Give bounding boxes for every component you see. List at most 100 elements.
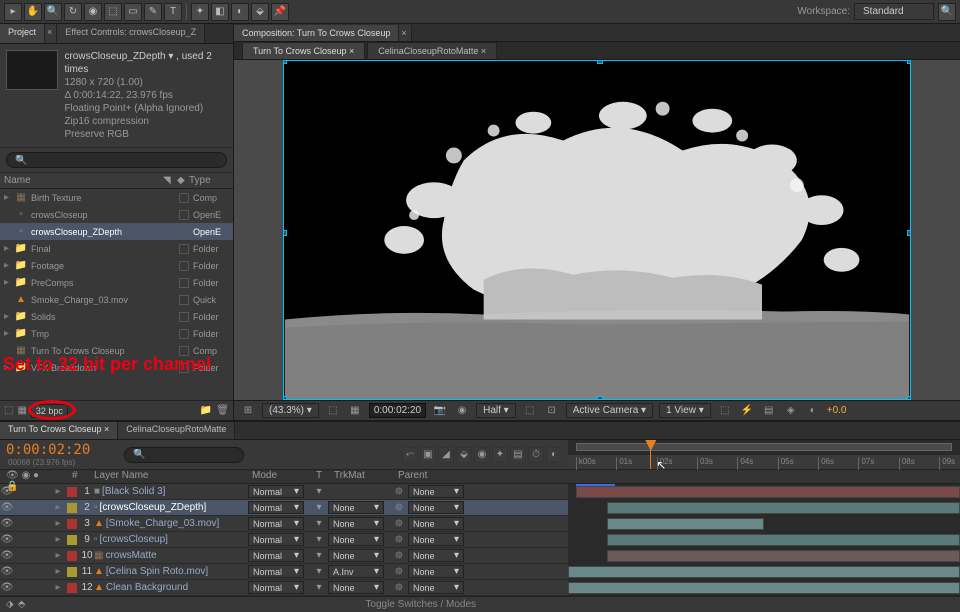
parent-pickwhip-icon[interactable]: ⊚ <box>390 566 408 577</box>
toggle-switches-modes-button[interactable]: Toggle Switches / Modes <box>365 599 476 610</box>
brainstorm-icon[interactable]: ✦ <box>492 447 508 463</box>
flowchart-icon[interactable]: ◈ <box>783 404 799 418</box>
visibility-toggle[interactable]: 👁 <box>0 566 14 577</box>
pen-tool[interactable]: ✎ <box>144 3 162 21</box>
layer-duration-bar[interactable] <box>607 550 960 562</box>
grid-options-icon[interactable]: ⊡ <box>544 404 560 418</box>
project-search-input[interactable] <box>6 152 227 168</box>
puppet-tool[interactable]: 📌 <box>271 3 289 21</box>
interpret-footage-icon[interactable]: ⬚ <box>4 405 13 416</box>
pan-behind-tool[interactable]: ⬚ <box>104 3 122 21</box>
transparency-icon[interactable]: ▦ <box>347 404 363 418</box>
project-item[interactable]: ▸📁TmpFolder <box>0 325 233 342</box>
col-comment-header[interactable]: ◆ <box>177 175 189 186</box>
layer-row[interactable]: 👁▸10▦ crowsMatteNormal ▾▾None ▾⊚None ▾ <box>0 548 960 564</box>
comp-tab[interactable]: Turn To Crows Closeup × <box>242 42 365 59</box>
new-folder-icon[interactable]: 📁 <box>200 405 212 416</box>
visibility-toggle[interactable]: 👁 <box>0 550 14 561</box>
clone-tool[interactable]: ◧ <box>211 3 229 21</box>
project-item[interactable]: ▸▦Birth TextureComp <box>0 189 233 206</box>
draft3d-icon[interactable]: ▣ <box>420 447 436 463</box>
parent-dropdown[interactable]: None ▾ <box>408 549 464 562</box>
blend-mode-dropdown[interactable]: Normal ▾ <box>248 549 304 562</box>
viewer-timecode[interactable]: 0:00:02:20 <box>369 403 426 418</box>
trkmat-dropdown[interactable]: None ▾ <box>328 581 384 594</box>
camera-dropdown[interactable]: Active Camera ▾ <box>566 403 653 418</box>
layer-duration-bar[interactable] <box>607 518 764 530</box>
trkmat-dropdown[interactable]: None ▾ <box>328 501 384 514</box>
col-type-header[interactable]: Type <box>189 175 229 186</box>
project-item[interactable]: ▦Turn To Crows CloseupComp <box>0 342 233 359</box>
layer-row[interactable]: 👁▸11▲ [Celina Spin Roto.mov]Normal ▾▾A.I… <box>0 564 960 580</box>
timeline-tab[interactable]: CelinaCloseupRotoMatte <box>118 422 235 439</box>
rotation-tool[interactable]: ↻ <box>64 3 82 21</box>
workspace-dropdown[interactable]: Standard <box>854 3 934 20</box>
layer-row[interactable]: 👁▸3▲ [Smoke_Charge_03.mov]Normal ▾▾None … <box>0 516 960 532</box>
playhead[interactable] <box>650 440 651 469</box>
visibility-toggle[interactable]: 👁 <box>0 518 14 529</box>
project-item[interactable]: ▫crowsCloseupOpenE <box>0 206 233 223</box>
zoom-tool[interactable]: 🔍 <box>44 3 62 21</box>
channel-icon[interactable]: ◉ <box>454 404 470 418</box>
layer-row[interactable]: 👁▸12▲ Clean BackgroundNormal ▾▾None ▾⊚No… <box>0 580 960 596</box>
layer-row[interactable]: 👁▸9▫ [crowsCloseup]Normal ▾▾None ▾⊚None … <box>0 532 960 548</box>
view-layout-dropdown[interactable]: 1 View ▾ <box>659 403 711 418</box>
blend-mode-dropdown[interactable]: Normal ▾ <box>248 533 304 546</box>
visibility-toggle[interactable]: 👁 <box>0 534 14 545</box>
parent-dropdown[interactable]: None ▾ <box>408 533 464 546</box>
trkmat-dropdown[interactable]: None ▾ <box>328 549 384 562</box>
composition-panel-close[interactable]: × <box>399 25 411 41</box>
roi-icon[interactable]: ⬚ <box>325 404 341 418</box>
project-item[interactable]: ▸📁FinalFolder <box>0 240 233 257</box>
timeline-tab[interactable]: Turn To Crows Closeup × <box>0 422 118 439</box>
search-help-icon[interactable]: 🔍 <box>938 3 956 21</box>
composition-panel-tab[interactable]: Composition: Turn To Crows Closeup <box>234 25 399 41</box>
fast-preview-icon[interactable]: ⚡ <box>739 404 755 418</box>
parent-pickwhip-icon[interactable]: ⊚ <box>390 534 408 545</box>
visibility-toggle[interactable]: 👁 <box>0 502 14 513</box>
time-ruler[interactable]: k00s01s02s03s04s05s06s07s08s09s <box>568 455 960 470</box>
shy-icon[interactable]: ◢ <box>438 447 454 463</box>
project-tab-close[interactable]: × <box>45 24 57 43</box>
trkmat-dropdown[interactable]: None ▾ <box>328 517 384 530</box>
roto-tool[interactable]: ⬙ <box>251 3 269 21</box>
layer-duration-bar[interactable] <box>576 486 960 498</box>
magnification-dropdown[interactable]: (43.3%) ▾ <box>262 403 319 418</box>
exposure-reset-icon[interactable]: ◐ <box>805 404 821 418</box>
parent-dropdown[interactable]: None ▾ <box>408 501 464 514</box>
timeline-timecode[interactable]: 0:00:02:20 <box>6 442 90 458</box>
composition-viewer[interactable] <box>234 60 960 400</box>
comp-tab[interactable]: CelinaCloseupRotoMatte × <box>367 42 497 59</box>
parent-pickwhip-icon[interactable]: ⊚ <box>390 582 408 593</box>
layer-duration-bar[interactable] <box>568 582 960 594</box>
parent-pickwhip-icon[interactable]: ⊚ <box>390 550 408 561</box>
hand-tool[interactable]: ✋ <box>24 3 42 21</box>
timeline-search-input[interactable] <box>124 447 244 463</box>
live-update-icon[interactable]: ◐ <box>546 447 562 463</box>
camera-tool[interactable]: ◉ <box>84 3 102 21</box>
blend-mode-dropdown[interactable]: Normal ▾ <box>248 581 304 594</box>
snapshot-icon[interactable]: 📷 <box>432 404 448 418</box>
trkmat-dropdown[interactable]: A.Inv ▾ <box>328 565 384 578</box>
blend-mode-dropdown[interactable]: Normal ▾ <box>248 517 304 530</box>
parent-dropdown[interactable]: None ▾ <box>408 565 464 578</box>
timeline-layers[interactable]: 👁▸1■ [Black Solid 3]Normal ▾▾⊚None ▾👁▸2▫… <box>0 484 960 596</box>
bpc-button[interactable]: 32 bpc <box>31 404 68 418</box>
project-list[interactable]: ▸▦Birth TextureComp▫crowsCloseupOpenE▫cr… <box>0 189 233 400</box>
rect-tool[interactable]: ▭ <box>124 3 142 21</box>
layer-duration-bar[interactable] <box>568 566 960 578</box>
comp-mini-flowchart-icon[interactable]: ⬿ <box>402 447 418 463</box>
grid-icon[interactable]: ⊞ <box>240 404 256 418</box>
layer-duration-bar[interactable] <box>607 502 960 514</box>
pixel-aspect-icon[interactable]: ⬚ <box>717 404 733 418</box>
parent-dropdown[interactable]: None ▾ <box>408 485 464 498</box>
resolution-dropdown[interactable]: Half ▾ <box>476 403 516 418</box>
blend-mode-dropdown[interactable]: Normal ▾ <box>248 501 304 514</box>
project-item[interactable]: ▸📁VFX BreakdownFolder <box>0 359 233 376</box>
graph-editor-icon[interactable]: ▤ <box>510 447 526 463</box>
eraser-tool[interactable]: ◐ <box>231 3 249 21</box>
layer-duration-bar[interactable] <box>607 534 960 546</box>
timeline-icon[interactable]: ▤ <box>761 404 777 418</box>
frame-blend-icon[interactable]: ⬙ <box>456 447 472 463</box>
exposure-value[interactable]: +0.0 <box>827 405 847 416</box>
